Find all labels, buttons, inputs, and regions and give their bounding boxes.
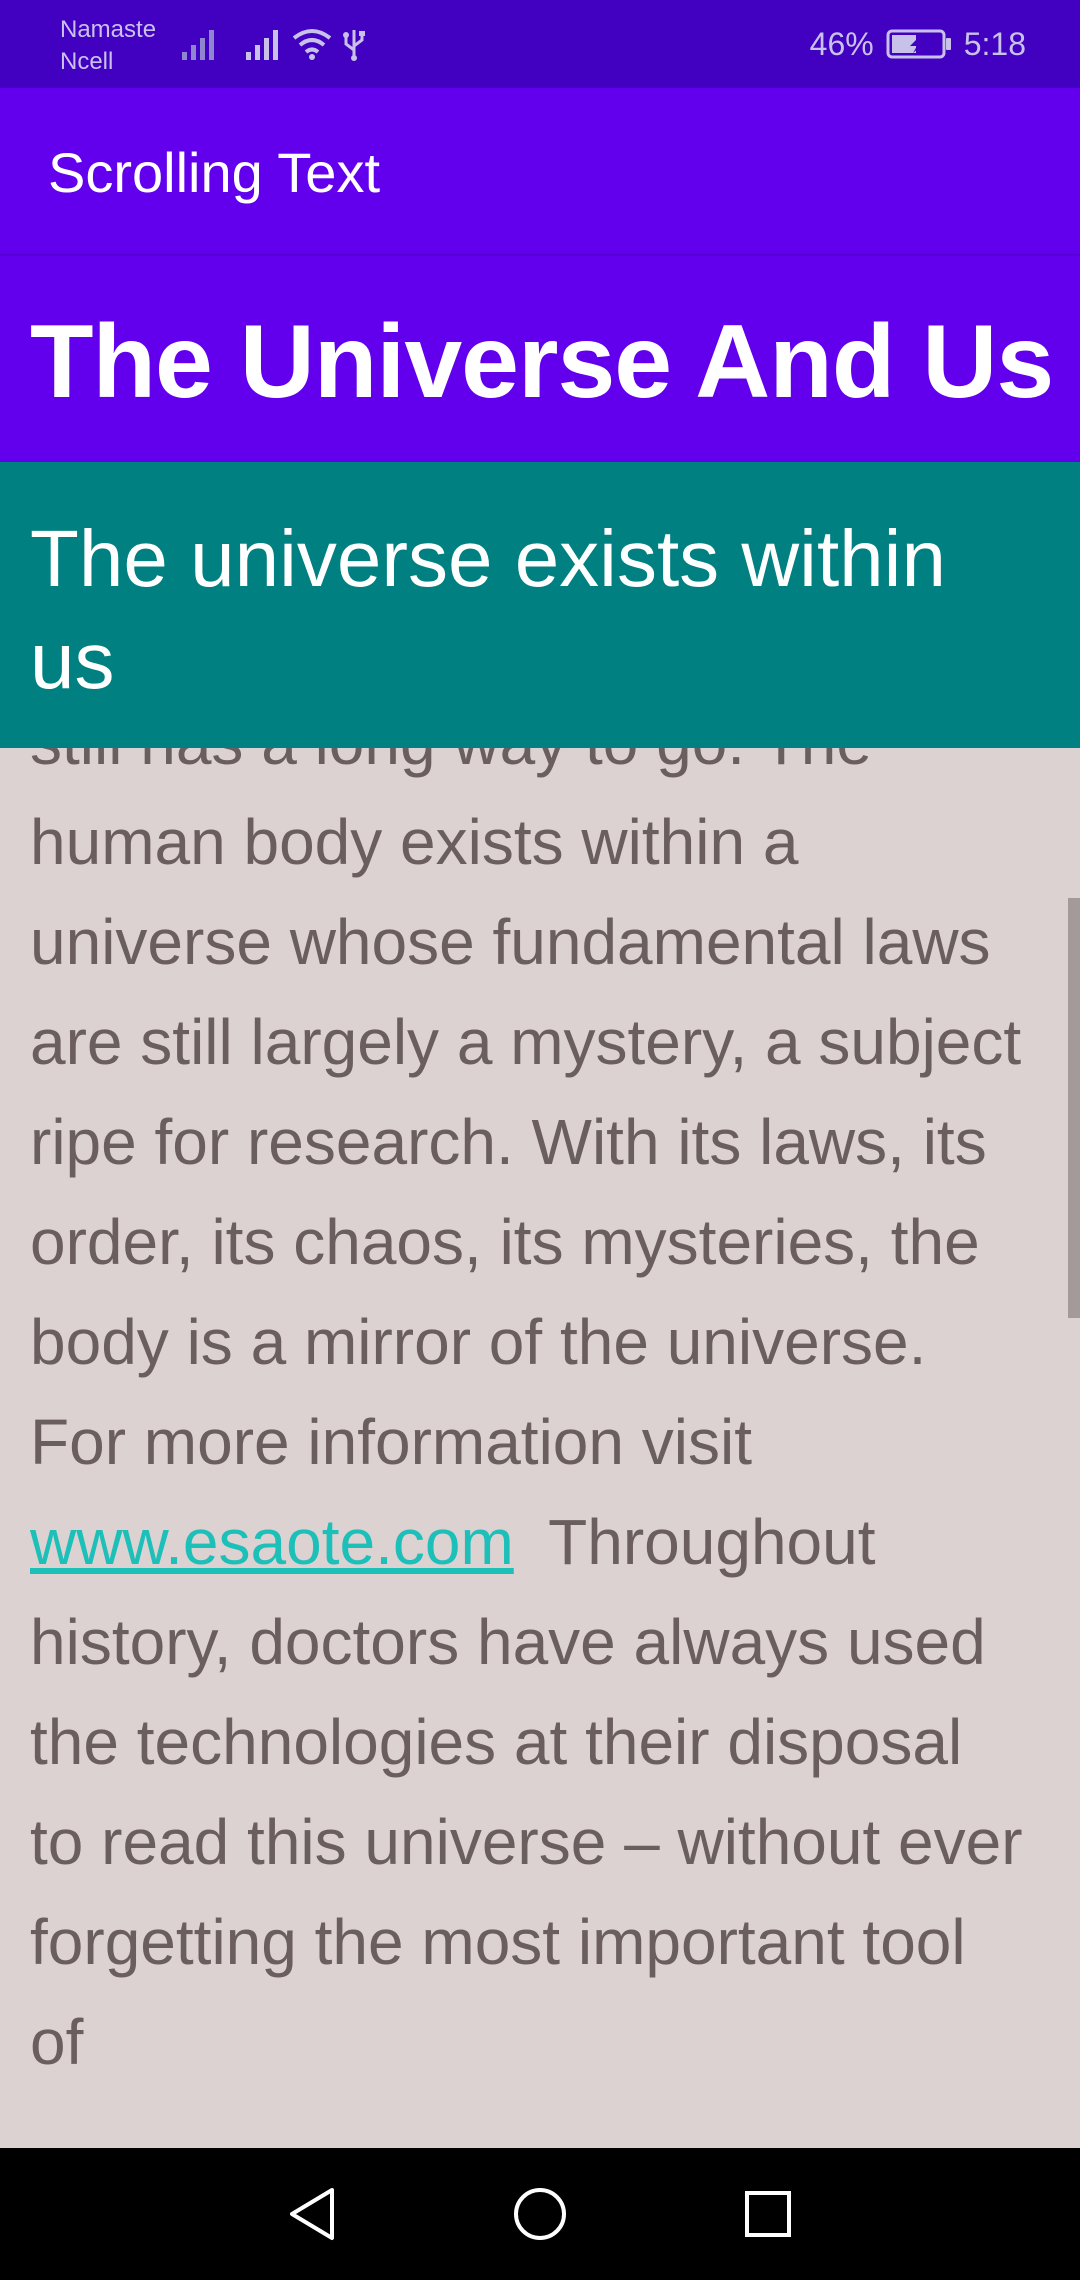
scrollbar[interactable] [1068, 898, 1080, 1318]
article-subheading: The universe exists within us [30, 514, 946, 705]
heading-banner: The Universe And Us [0, 256, 1080, 462]
carrier-name: Namaste Ncell [60, 14, 156, 78]
status-right: 46% 5:18 [810, 24, 1026, 64]
clock: 5:18 [963, 26, 1026, 62]
app-bar: Scrolling Text [0, 88, 1080, 256]
wifi-icon [292, 29, 332, 60]
carrier-line-2: Ncell [60, 48, 114, 75]
home-icon[interactable] [508, 2182, 572, 2246]
screen: Namaste Ncell 46% 5:18 Scrolling Text Th… [0, 0, 1080, 2280]
article-text-before-link: human body exists within a universe whos… [30, 806, 1022, 1478]
carrier-line-1: Namaste [60, 16, 157, 43]
article-partial-line: still has a long way to go. The [30, 748, 872, 778]
signal-icon [246, 30, 278, 60]
status-bar: Namaste Ncell 46% 5:18 [0, 0, 1080, 88]
battery-percent: 46% [809, 26, 874, 62]
article-body: still has a long way to go. The human bod… [30, 748, 1030, 2092]
battery-charging-icon [886, 29, 951, 59]
article-text-after-link: Throughout history, doctors have always … [30, 1506, 1041, 2078]
article-heading: The Universe And Us [30, 304, 1054, 420]
recents-icon[interactable] [736, 2182, 800, 2246]
usb-icon [343, 30, 365, 61]
article-scroll-view[interactable]: still has a long way to go. The human bod… [0, 748, 1080, 2148]
navigation-bar [0, 2148, 1080, 2280]
app-title: Scrolling Text [48, 141, 381, 204]
signal-icon [182, 30, 214, 60]
back-icon[interactable] [282, 2182, 346, 2246]
subheading-banner: The universe exists within us [0, 462, 1080, 748]
article-link[interactable]: www.esaote.com [30, 1506, 514, 1578]
